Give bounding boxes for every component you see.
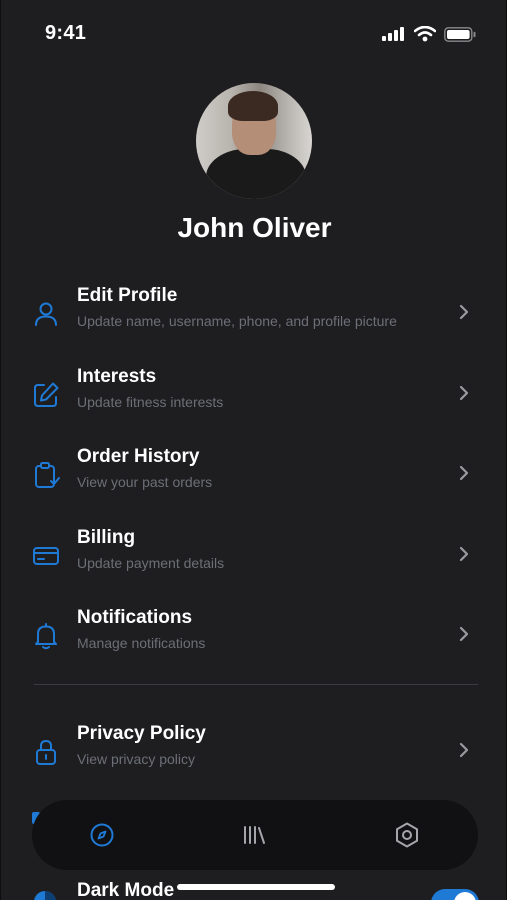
battery-icon xyxy=(444,26,476,42)
avatar[interactable] xyxy=(196,83,312,199)
library-icon xyxy=(244,826,265,844)
chevron-right-icon xyxy=(459,742,469,758)
wifi-icon xyxy=(414,26,436,42)
chevron-right-icon xyxy=(459,385,469,401)
section-divider xyxy=(34,684,478,685)
nav-explore[interactable] xyxy=(85,818,119,852)
chevron-right-icon xyxy=(459,546,469,562)
menu-item-title: Privacy Policy xyxy=(77,723,206,744)
bell-icon xyxy=(35,623,57,650)
lock-icon xyxy=(36,739,56,765)
menu-item-title: Order History xyxy=(77,446,200,467)
menu-item-title: Notifications xyxy=(77,607,193,628)
chevron-right-icon xyxy=(459,465,469,481)
menu-item-notifications[interactable]: Notifications Manage notifications xyxy=(1,605,506,671)
compass-icon xyxy=(90,823,114,847)
menu-item-subtitle: View privacy policy xyxy=(77,751,196,767)
menu-item-title: Edit Profile xyxy=(77,285,178,306)
status-time: 9:41 xyxy=(45,22,87,44)
bottom-nav xyxy=(32,800,478,870)
clipboard-icon xyxy=(35,462,60,488)
settings-hex-icon xyxy=(396,822,418,848)
menu-item-order-history[interactable]: Order History View your past orders xyxy=(1,444,506,510)
dark-mode-icon xyxy=(34,891,56,900)
menu-item-title: Interests xyxy=(77,366,157,387)
edit-icon xyxy=(34,382,59,407)
menu-item-title: Billing xyxy=(77,527,136,548)
menu-item-subtitle: Manage notifications xyxy=(77,635,206,651)
chevron-right-icon xyxy=(459,626,469,642)
menu-item-subtitle: Update fitness interests xyxy=(77,394,224,410)
menu-item-subtitle: Update name, username, phone, and profil… xyxy=(77,313,397,329)
credit-card-icon xyxy=(33,547,59,565)
profile-name: John Oliver xyxy=(177,212,332,243)
chevron-right-icon xyxy=(459,304,469,320)
menu-item-interests[interactable]: Interests Update fitness interests xyxy=(1,364,506,430)
status-icons xyxy=(382,26,476,42)
dark-mode-label: Dark Mode xyxy=(77,880,175,900)
toggle-knob xyxy=(454,892,476,900)
nav-library[interactable] xyxy=(237,818,271,852)
menu-item-subtitle: View your past orders xyxy=(77,474,213,490)
dark-mode-toggle[interactable] xyxy=(431,889,479,900)
home-indicator xyxy=(177,884,335,890)
profile-screen: 9:41 John Oliver Edit Profile Update nam… xyxy=(0,0,507,900)
menu-item-edit-profile[interactable]: Edit Profile Update name, username, phon… xyxy=(1,283,506,349)
signal-icon xyxy=(382,27,404,41)
menu-item-subtitle: Update payment details xyxy=(77,555,225,571)
menu-item-billing[interactable]: Billing Update payment details xyxy=(1,525,506,591)
user-icon xyxy=(35,302,57,326)
nav-settings[interactable] xyxy=(390,818,424,852)
menu-item-privacy-policy[interactable]: Privacy Policy View privacy policy xyxy=(1,721,506,787)
